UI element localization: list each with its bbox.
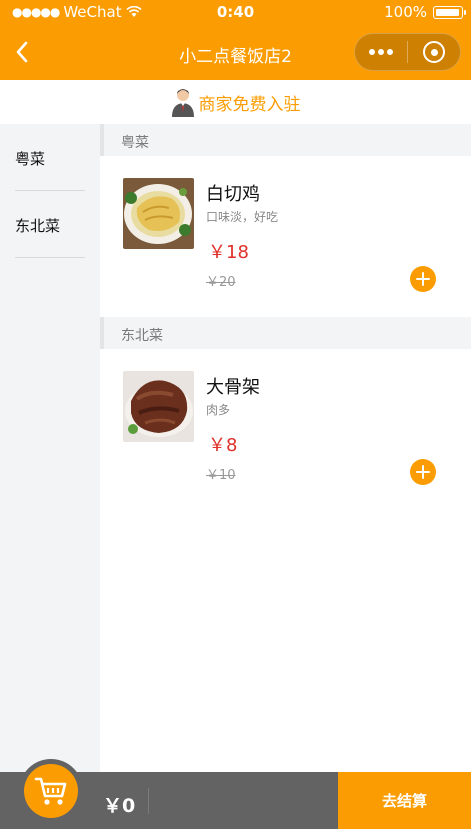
plus-icon xyxy=(416,465,430,479)
cart-bar: ￥0 去结算 xyxy=(0,759,471,829)
battery-percent: 100% xyxy=(384,3,427,21)
merchant-join-banner[interactable]: 商家免费入驻 xyxy=(0,80,471,124)
category-header-cantonese: 粤菜 xyxy=(100,124,471,156)
dish-image-chicken xyxy=(123,178,194,249)
category-sidebar: 粤菜 东北菜 xyxy=(0,124,100,772)
cart-icon xyxy=(34,777,67,805)
dish-description: 肉多 xyxy=(206,403,231,417)
mini-program-capsule xyxy=(354,33,461,71)
category-title: 东北菜 xyxy=(121,328,163,344)
dish-name: 大骨架 xyxy=(206,377,260,398)
plus-icon xyxy=(416,272,430,286)
dish-price: ￥8 xyxy=(208,435,238,456)
cart-summary: ￥0 xyxy=(0,759,338,829)
cart-button[interactable] xyxy=(19,759,83,823)
menu-list[interactable]: 粤菜 白切鸡 口味淡，好吃 ￥18 ￥20 东北菜 大骨架 肉多 ￥8 ￥10 xyxy=(100,124,471,772)
close-button[interactable] xyxy=(408,33,460,71)
dish-original-price: ￥10 xyxy=(206,468,236,483)
add-to-cart-button[interactable] xyxy=(410,266,436,292)
more-dots-icon xyxy=(387,49,393,55)
sidebar-item-cantonese[interactable]: 粤菜 xyxy=(15,124,85,191)
more-dots-icon xyxy=(378,49,384,55)
add-to-cart-button[interactable] xyxy=(410,459,436,485)
battery-icon xyxy=(433,5,466,19)
battery-fill xyxy=(436,8,459,16)
dish-price: ￥18 xyxy=(208,242,249,263)
category-title: 粤菜 xyxy=(121,135,149,151)
checkout-button[interactable]: 去结算 xyxy=(338,772,471,829)
dish-original-price: ￥20 xyxy=(206,275,236,290)
divider xyxy=(148,788,149,814)
dish-image-ribs xyxy=(123,371,194,442)
dish-description: 口味淡，好吃 xyxy=(206,210,279,224)
sidebar-item-northeast[interactable]: 东北菜 xyxy=(15,191,85,258)
dish-item: 白切鸡 口味淡，好吃 ￥18 ￥20 xyxy=(100,156,471,316)
banner-text: 商家免费入驻 xyxy=(198,94,301,115)
more-dots-icon xyxy=(369,49,375,55)
sidebar-item-label: 东北菜 xyxy=(15,217,61,235)
more-button[interactable] xyxy=(355,33,407,71)
target-icon xyxy=(423,41,445,63)
top-header: ●●●●● WeChat 0:40 100% 小二点餐饭店2 xyxy=(0,0,471,80)
sidebar-item-label: 粤菜 xyxy=(15,150,46,168)
dish-name: 白切鸡 xyxy=(206,184,260,205)
cart-total: ￥0 xyxy=(103,795,136,817)
merchant-avatar-icon xyxy=(171,89,194,117)
status-bar: ●●●●● WeChat 0:40 100% xyxy=(0,0,471,24)
status-right: 100% xyxy=(384,3,466,21)
category-header-northeast: 东北菜 xyxy=(100,317,471,349)
dish-item: 大骨架 肉多 ￥8 ￥10 xyxy=(100,349,471,509)
